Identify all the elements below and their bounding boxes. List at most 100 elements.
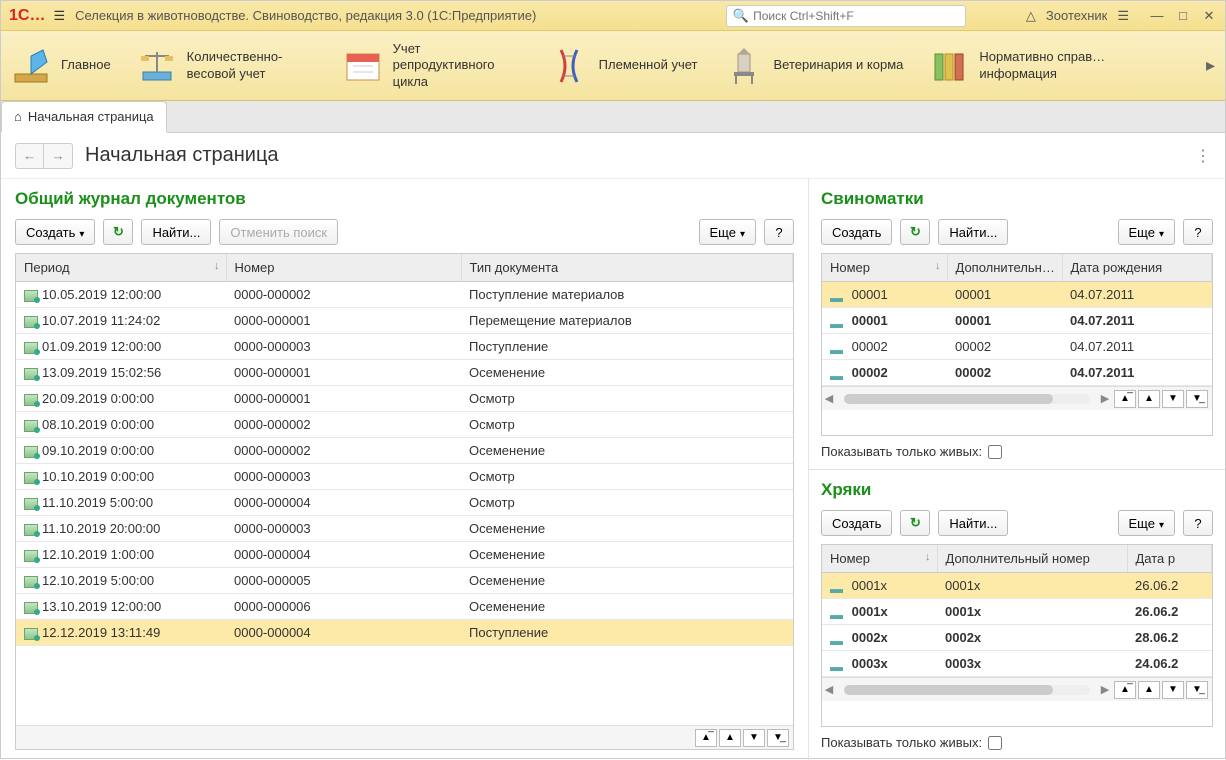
- table-row[interactable]: 10.07.2019 11:24:020000-000001Перемещени…: [16, 308, 793, 334]
- col-add[interactable]: Дополнительн…: [947, 254, 1062, 282]
- scroll-top-button[interactable]: ▲̅: [1114, 681, 1136, 699]
- lamp-icon: [11, 46, 51, 86]
- nav-breeding[interactable]: Племенной учет: [549, 46, 698, 86]
- cancel-search-button: Отменить поиск: [219, 219, 338, 245]
- table-row[interactable]: 20.09.2019 0:00:000000-000001Осмотр: [16, 386, 793, 412]
- search-box[interactable]: 🔍: [726, 5, 966, 27]
- refresh-button[interactable]: ↻: [900, 510, 930, 536]
- table-row[interactable]: 10.05.2019 12:00:000000-000002Поступлени…: [16, 282, 793, 308]
- table-row[interactable]: 13.10.2019 12:00:000000-000006Осеменение: [16, 594, 793, 620]
- forward-button[interactable]: →: [44, 144, 72, 168]
- create-button[interactable]: Создать▾: [15, 219, 95, 245]
- scroll-bottom-button[interactable]: ▼̲: [1186, 681, 1208, 699]
- hscrollbar[interactable]: [844, 394, 1090, 404]
- hscroll-left[interactable]: ◀: [822, 683, 836, 696]
- table-row[interactable]: 13.09.2019 15:02:560000-000001Осеменение: [16, 360, 793, 386]
- table-row[interactable]: ▬ 000010000104.07.2011: [822, 308, 1212, 334]
- scroll-top-button[interactable]: ▲̅: [1114, 390, 1136, 408]
- col-dob[interactable]: Дата р: [1127, 545, 1212, 573]
- scroll-down-button[interactable]: ▼: [1162, 390, 1184, 408]
- search-input[interactable]: [753, 9, 959, 23]
- scale-icon: [137, 46, 177, 86]
- scroll-up-button[interactable]: ▲: [719, 729, 741, 747]
- col-number[interactable]: Номер: [226, 254, 461, 282]
- settings-icon[interactable]: ☰: [1117, 8, 1129, 24]
- table-row[interactable]: 10.10.2019 0:00:000000-000003Осмотр: [16, 464, 793, 490]
- boars-alive-checkbox[interactable]: [988, 736, 1002, 750]
- scroll-bottom-button[interactable]: ▼̲: [1186, 390, 1208, 408]
- nav-reference[interactable]: Нормативно справ… информация: [929, 46, 1105, 86]
- item-icon: ▬: [830, 368, 844, 380]
- table-row[interactable]: 12.10.2019 1:00:000000-000004Осеменение: [16, 542, 793, 568]
- bell-icon[interactable]: △: [1026, 8, 1036, 24]
- sows-alive-filter: Показывать только живых:: [821, 444, 1213, 459]
- more-button[interactable]: Еще▾: [1118, 219, 1175, 245]
- col-add[interactable]: Дополнительный номер: [937, 545, 1127, 573]
- table-row[interactable]: ▬ 000020000204.07.2011: [822, 360, 1212, 386]
- hscroll-right[interactable]: ▶: [1098, 683, 1112, 696]
- close-button[interactable]: ✕: [1201, 8, 1217, 24]
- table-row[interactable]: ▬ 0003x0003x24.06.2: [822, 651, 1212, 677]
- scroll-top-button[interactable]: ▲̅: [695, 729, 717, 747]
- tab-home[interactable]: ⌂ Начальная страница: [1, 101, 167, 133]
- more-button[interactable]: Еще▾: [699, 219, 756, 245]
- table-row[interactable]: 09.10.2019 0:00:000000-000002Осеменение: [16, 438, 793, 464]
- scroll-up-button[interactable]: ▲: [1138, 390, 1160, 408]
- item-icon: ▬: [830, 290, 844, 302]
- table-row[interactable]: ▬ 000010000104.07.2011: [822, 282, 1212, 308]
- help-button[interactable]: ?: [1183, 219, 1213, 245]
- scroll-up-button[interactable]: ▲: [1138, 681, 1160, 699]
- nav-label: Главное: [61, 57, 111, 73]
- sows-alive-checkbox[interactable]: [988, 445, 1002, 459]
- col-period[interactable]: Период↓: [16, 254, 226, 282]
- create-button[interactable]: Создать: [821, 219, 892, 245]
- page-menu-button[interactable]: ⋮: [1195, 146, 1211, 166]
- find-button[interactable]: Найти...: [938, 510, 1008, 536]
- nav-vet[interactable]: Ветеринария и корма: [724, 46, 904, 86]
- hscroll-right[interactable]: ▶: [1098, 392, 1112, 405]
- document-icon: [24, 628, 38, 640]
- more-button[interactable]: Еще▾: [1118, 510, 1175, 536]
- minimize-button[interactable]: —: [1149, 8, 1165, 24]
- refresh-button[interactable]: ↻: [900, 219, 930, 245]
- scroll-down-button[interactable]: ▼: [1162, 681, 1184, 699]
- col-number[interactable]: Номер↓: [822, 545, 937, 573]
- table-row[interactable]: 11.10.2019 20:00:000000-000003Осеменение: [16, 516, 793, 542]
- table-row[interactable]: 08.10.2019 0:00:000000-000002Осмотр: [16, 412, 793, 438]
- scroll-down-button[interactable]: ▼: [743, 729, 765, 747]
- nav-reproduction[interactable]: Учет репродуктивного цикла: [343, 41, 523, 90]
- table-row[interactable]: ▬ 0002x0002x28.06.2: [822, 625, 1212, 651]
- help-button[interactable]: ?: [764, 219, 794, 245]
- hscroll-left[interactable]: ◀: [822, 392, 836, 405]
- item-icon: ▬: [830, 342, 844, 354]
- col-number[interactable]: Номер↓: [822, 254, 947, 282]
- col-dob[interactable]: Дата рождения: [1062, 254, 1212, 282]
- table-row[interactable]: 11.10.2019 5:00:000000-000004Осмотр: [16, 490, 793, 516]
- back-button[interactable]: ←: [16, 144, 44, 168]
- help-button[interactable]: ?: [1183, 510, 1213, 536]
- table-row[interactable]: 12.12.2019 13:11:490000-000004Поступлени…: [16, 620, 793, 646]
- item-icon: ▬: [830, 633, 844, 645]
- col-type[interactable]: Тип документа: [461, 254, 793, 282]
- table-row[interactable]: 01.09.2019 12:00:000000-000003Поступлени…: [16, 334, 793, 360]
- boars-table-footer: ◀ ▶ ▲̅ ▲ ▼ ▼̲: [822, 677, 1212, 701]
- create-button[interactable]: Создать: [821, 510, 892, 536]
- find-button[interactable]: Найти...: [938, 219, 1008, 245]
- user-name[interactable]: Зоотехник: [1046, 8, 1107, 23]
- table-row[interactable]: 12.10.2019 5:00:000000-000005Осеменение: [16, 568, 793, 594]
- nav-main[interactable]: Главное: [11, 46, 111, 86]
- table-row[interactable]: ▬ 0001x0001x26.06.2: [822, 573, 1212, 599]
- title-bar: 1C… ☰ Селекция в животноводстве. Свиново…: [1, 1, 1225, 31]
- nav-overflow-button[interactable]: ▸: [1206, 55, 1215, 76]
- refresh-button[interactable]: ↻: [103, 219, 133, 245]
- scroll-bottom-button[interactable]: ▼̲: [767, 729, 789, 747]
- nav-weight[interactable]: Количественно-весовой учет: [137, 46, 317, 86]
- table-row[interactable]: ▬ 000020000204.07.2011: [822, 334, 1212, 360]
- books-icon: [929, 46, 969, 86]
- menu-icon[interactable]: ☰: [53, 8, 65, 24]
- table-row[interactable]: ▬ 0001x0001x26.06.2: [822, 599, 1212, 625]
- hscrollbar[interactable]: [844, 685, 1090, 695]
- document-icon: [24, 446, 38, 458]
- maximize-button[interactable]: □: [1175, 8, 1191, 24]
- find-button[interactable]: Найти...: [141, 219, 211, 245]
